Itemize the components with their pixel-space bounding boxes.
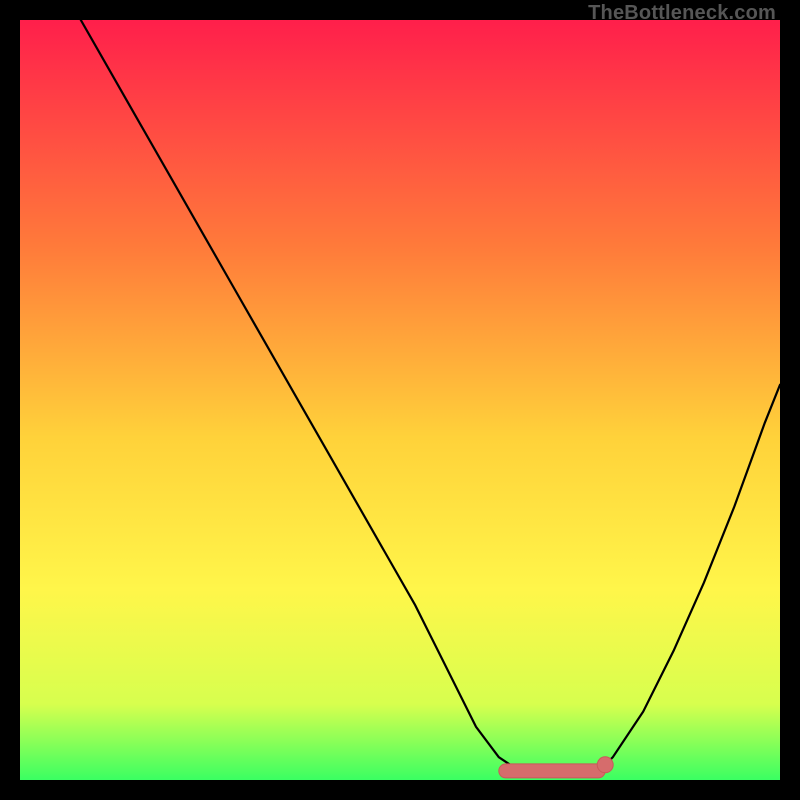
optimal-point-marker xyxy=(597,757,613,773)
chart-plot-area xyxy=(20,20,780,780)
optimal-range-marker xyxy=(499,764,605,778)
chart-svg xyxy=(20,20,780,780)
watermark-label: TheBottleneck.com xyxy=(588,2,776,25)
